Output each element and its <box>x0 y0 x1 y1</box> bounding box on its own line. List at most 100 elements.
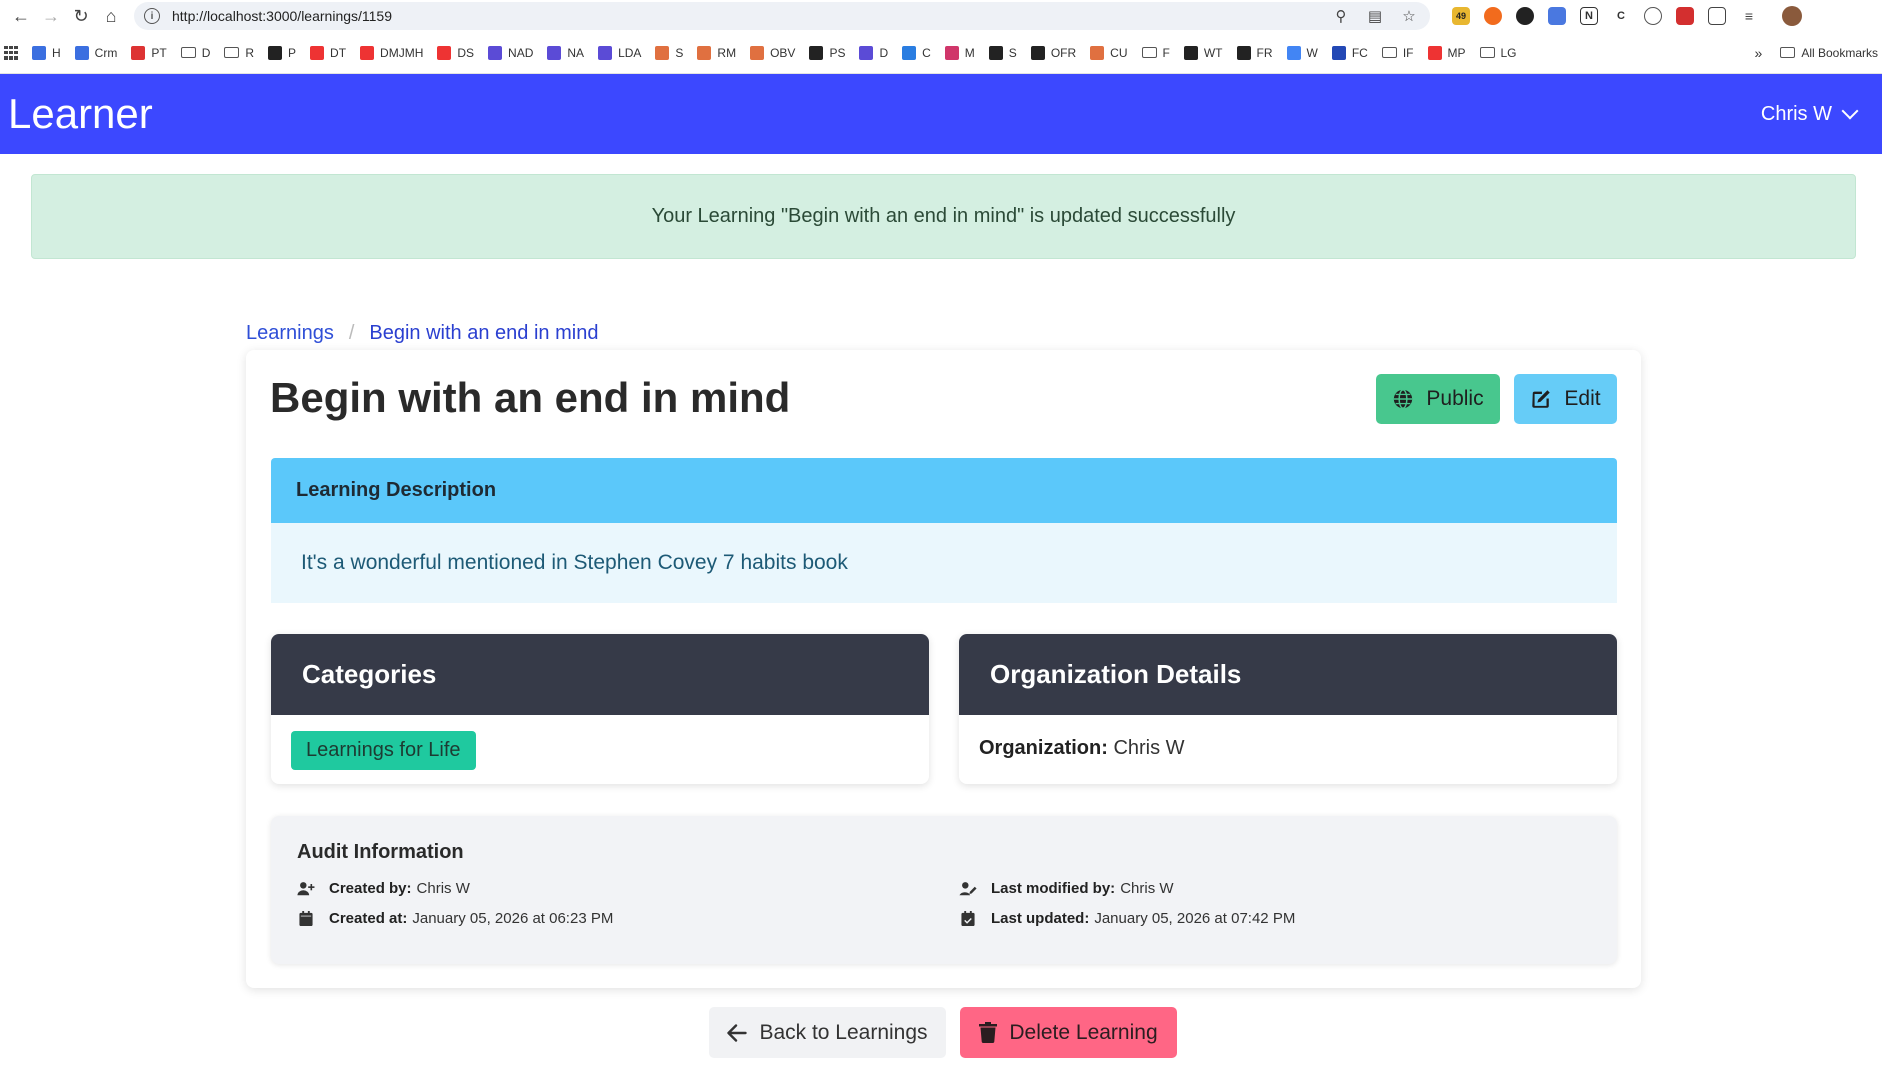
bookmark-label: FC <box>1351 45 1368 60</box>
extension-c-icon[interactable]: C <box>1612 7 1630 25</box>
bookmark-favicon-icon <box>437 45 452 60</box>
learning-detail-card: Begin with an end in mind Public Edit Le… <box>246 350 1641 988</box>
bookmark-item[interactable]: P <box>268 45 296 60</box>
url-text[interactable]: http://localhost:3000/learnings/1159 <box>172 8 392 24</box>
bookmark-item[interactable]: MP <box>1427 45 1466 60</box>
bookmark-favicon-icon <box>697 45 712 60</box>
bookmark-favicon-icon <box>131 45 146 60</box>
site-info-icon[interactable]: i <box>144 8 160 24</box>
calendar-check-icon <box>959 911 977 927</box>
extensions-puzzle-icon[interactable] <box>1708 7 1726 25</box>
category-tag[interactable]: Learnings for Life <box>291 731 476 770</box>
notion-icon[interactable]: N <box>1580 7 1598 25</box>
created-by-value: Chris W <box>416 880 470 897</box>
bookmark-label: C <box>922 45 931 60</box>
bookmarks-bar: H Crm PT D R P DT DMJMH DS NAD NA LDA S RM OBV PS D C M S OF… <box>0 32 1882 74</box>
bookmark-item[interactable]: IF <box>1381 46 1414 60</box>
bookmark-item[interactable]: DS <box>437 45 474 60</box>
back-arrow-icon[interactable]: ← <box>6 1 36 31</box>
user-name: Chris W <box>1760 102 1832 125</box>
organization-row: Organization: Chris W <box>979 737 1185 760</box>
install-app-icon[interactable]: ▤ <box>1366 7 1384 25</box>
bookmark-favicon-icon <box>310 45 325 60</box>
bookmark-item[interactable]: H <box>32 45 61 60</box>
bookmark-item[interactable]: M <box>944 45 975 60</box>
extension-circle-icon[interactable] <box>1644 7 1662 25</box>
apps-grid-icon[interactable] <box>4 45 18 60</box>
bookmark-item[interactable]: OFR <box>1030 45 1077 60</box>
bookmark-item[interactable]: Crm <box>74 45 118 60</box>
bookmark-favicon-icon <box>74 45 89 60</box>
reading-list-icon[interactable]: ≡ <box>1740 7 1758 25</box>
bookmark-item[interactable]: S <box>988 45 1017 60</box>
reload-icon[interactable]: ↻ <box>66 1 96 31</box>
translate-icon[interactable] <box>1548 7 1566 25</box>
breadcrumb-current-link[interactable]: Begin with an end in mind <box>369 322 598 345</box>
bookmark-item[interactable]: D <box>859 45 888 60</box>
bookmark-item[interactable]: F <box>1141 45 1170 60</box>
bookmark-label: D <box>201 45 211 60</box>
bookmark-favicon-icon <box>1183 45 1198 60</box>
user-menu-dropdown[interactable]: Chris W <box>1760 102 1859 126</box>
bookmark-favicon-icon <box>902 45 917 60</box>
delete-learning-button[interactable]: Delete Learning <box>960 1007 1177 1058</box>
last-updated-label: Last updated: <box>991 910 1090 927</box>
bookmark-favicon-icon <box>750 45 765 60</box>
bookmark-item[interactable]: PS <box>809 45 845 60</box>
bookmark-favicon-icon <box>360 45 375 60</box>
bookmark-favicon-icon <box>1286 45 1301 60</box>
extension-orange-icon[interactable] <box>1484 7 1502 25</box>
public-button[interactable]: Public <box>1376 374 1500 424</box>
more-bookmarks-chevron-icon[interactable]: » <box>1755 45 1763 61</box>
edit-button[interactable]: Edit <box>1514 374 1617 424</box>
created-at-row: Created at: January 05, 2026 at 06:23 PM <box>297 910 613 927</box>
address-bar[interactable]: i http://localhost:3000/learnings/1159 ⚲… <box>134 2 1430 30</box>
extension-shield-icon[interactable] <box>1516 7 1534 25</box>
bookmark-item[interactable]: LDA <box>598 45 641 60</box>
bookmark-item[interactable]: NAD <box>488 45 533 60</box>
bookmark-item[interactable]: NA <box>547 45 584 60</box>
bookmark-item[interactable]: CU <box>1090 45 1128 60</box>
bookmark-label: M <box>964 45 975 60</box>
extension-red-icon[interactable] <box>1676 7 1694 25</box>
bookmark-item[interactable]: D <box>180 45 211 60</box>
bookmark-label: F <box>1162 45 1170 60</box>
bookmark-item[interactable]: FC <box>1331 45 1368 60</box>
zoom-icon[interactable]: ⚲ <box>1332 7 1350 25</box>
description-body: It's a wonderful mentioned in Stephen Co… <box>271 523 1617 603</box>
bookmark-item[interactable]: OBV <box>750 45 795 60</box>
bookmark-item[interactable]: LG <box>1479 46 1517 60</box>
extension-badge-icon[interactable]: 49 <box>1452 7 1470 25</box>
bookmark-item[interactable]: W <box>1286 45 1318 60</box>
bookmark-label: Crm <box>94 45 118 60</box>
brand-logo[interactable]: Learner <box>8 90 153 138</box>
home-icon[interactable]: ⌂ <box>96 1 126 31</box>
bookmark-label: OFR <box>1050 45 1077 60</box>
all-bookmarks-folder[interactable]: All Bookmarks <box>1780 46 1878 60</box>
calendar-icon <box>297 911 315 927</box>
bookmark-favicon-icon <box>1236 45 1251 60</box>
bookmark-star-icon[interactable]: ☆ <box>1400 7 1418 25</box>
back-to-learnings-button[interactable]: Back to Learnings <box>709 1007 946 1058</box>
bookmark-item[interactable]: S <box>655 45 684 60</box>
bookmark-item[interactable]: DMJMH <box>360 45 423 60</box>
delete-button-label: Delete Learning <box>1009 1020 1158 1044</box>
modified-by-row: Last modified by: Chris W <box>959 880 1174 897</box>
bookmark-item[interactable]: FR <box>1236 45 1273 60</box>
bookmark-favicon-icon <box>1331 45 1346 60</box>
bookmark-favicon-icon <box>1030 45 1045 60</box>
bookmark-item[interactable]: R <box>224 46 254 60</box>
breadcrumb-learnings-link[interactable]: Learnings <box>246 322 334 345</box>
bookmark-item[interactable]: DT <box>310 45 347 60</box>
bookmark-item[interactable]: WT <box>1183 45 1223 60</box>
folder-icon <box>1479 47 1495 58</box>
bookmark-item[interactable]: C <box>902 45 931 60</box>
bookmark-label: DT <box>330 45 347 60</box>
notification-message: Your Learning "Begin with an end in mind… <box>651 205 1236 227</box>
bookmark-item[interactable]: RM <box>697 45 736 60</box>
bookmark-label: S <box>675 45 684 60</box>
forward-arrow-icon[interactable]: → <box>36 1 66 31</box>
profile-avatar[interactable] <box>1782 6 1802 26</box>
bookmark-item[interactable]: PT <box>131 45 167 60</box>
audit-heading: Audit Information <box>297 841 464 863</box>
